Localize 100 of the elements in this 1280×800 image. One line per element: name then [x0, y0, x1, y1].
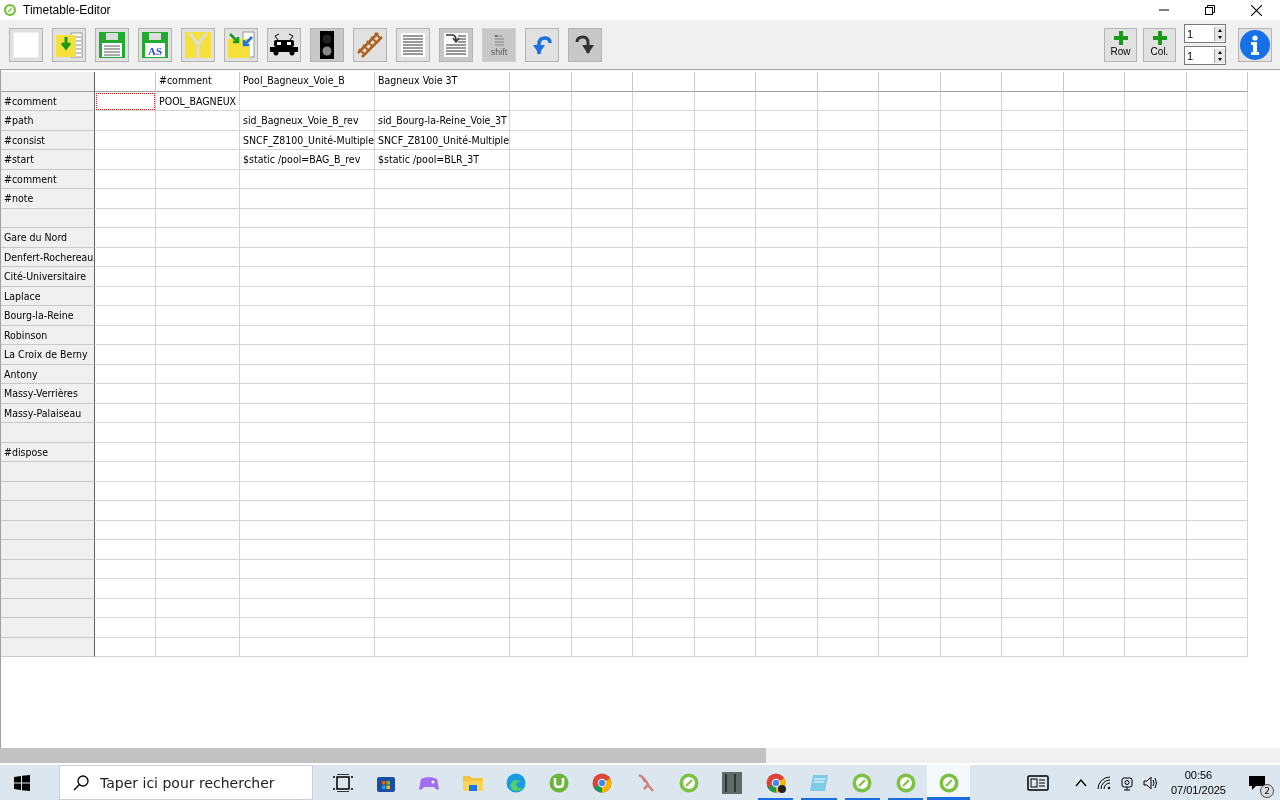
info-icon	[1240, 29, 1270, 60]
photo-placeholder	[722, 771, 743, 794]
row-header[interactable]	[1, 598, 95, 618]
column-header[interactable]	[1125, 72, 1187, 92]
row-header[interactable]: Antony	[1, 364, 95, 384]
column-header[interactable]	[1063, 72, 1125, 92]
column-header[interactable]	[1002, 72, 1064, 92]
row-header[interactable]: Bourg-la-Reine	[1, 306, 95, 326]
document-button[interactable]	[396, 27, 430, 62]
column-header[interactable]	[510, 72, 572, 92]
undo-button[interactable]	[525, 27, 559, 62]
windows-start-icon[interactable]	[14, 774, 30, 791]
browser-wave-icon	[505, 772, 526, 793]
row-header[interactable]: #consist	[1, 130, 95, 150]
close-icon[interactable]	[1251, 4, 1262, 16]
add-button[interactable]: Col.	[1143, 27, 1176, 62]
row-header[interactable]: #comment	[1, 91, 95, 111]
column-header[interactable]: #comment	[156, 72, 240, 92]
browser-circle-icon	[592, 772, 613, 793]
row-header[interactable]	[1, 481, 95, 501]
add-button[interactable]: Row	[1104, 27, 1137, 62]
row-header[interactable]	[1, 637, 95, 657]
wifi-icon[interactable]	[1096, 775, 1111, 790]
blank-page-icon	[12, 30, 40, 59]
document-lines-icon	[399, 30, 427, 59]
table-cell[interactable]: sid_Bagneux_Voie_B_rev	[240, 111, 375, 131]
search-field[interactable]: Taper ici pour rechercher	[59, 765, 313, 800]
train-button[interactable]	[267, 27, 301, 62]
row-header[interactable]: Denfert-Rochereau	[1, 247, 95, 267]
save-button[interactable]	[95, 27, 129, 62]
restore-icon[interactable]	[1205, 5, 1215, 15]
import-button[interactable]	[224, 27, 258, 62]
column-header[interactable]	[694, 72, 756, 92]
column-header[interactable]	[95, 72, 156, 92]
table-cell[interactable]: SNCF_Z8100_Unité-Multiple	[240, 130, 375, 150]
row-header[interactable]: Laplace	[1, 286, 95, 306]
spinner-field[interactable]: 1	[1184, 24, 1226, 43]
column-header[interactable]	[879, 72, 941, 92]
insert-button[interactable]	[439, 27, 473, 62]
column-header[interactable]	[633, 72, 695, 92]
row-header[interactable]	[1, 501, 95, 521]
horizontal-scrollbar[interactable]	[0, 748, 1280, 763]
track-button[interactable]	[353, 27, 387, 62]
ring-logo-icon	[938, 772, 959, 793]
signal-button[interactable]	[310, 27, 344, 62]
row-header[interactable]: #comment	[1, 169, 95, 189]
column-header[interactable]: Bagneux Voie 3T	[375, 72, 510, 92]
traffic-signal-icon	[320, 30, 334, 59]
row-header[interactable]	[1, 423, 95, 443]
row-header[interactable]	[1, 462, 95, 482]
notepad-icon	[808, 772, 829, 793]
row-header[interactable]	[1, 540, 95, 560]
column-header[interactable]	[571, 72, 633, 92]
window-title: Timetable-Editor	[23, 3, 111, 17]
speaker-icon[interactable]	[1142, 775, 1159, 790]
locomotive-icon	[269, 32, 299, 57]
zip-button[interactable]	[181, 27, 215, 62]
railway-track-icon	[356, 30, 384, 59]
notification-badge: 2	[1260, 783, 1274, 798]
row-header[interactable]	[1, 208, 95, 228]
table-cell[interactable]: $static /pool=BLR_3T	[375, 150, 510, 170]
info-button[interactable]	[1238, 27, 1272, 62]
table-cell[interactable]: POOL_BAGNEUX	[156, 91, 240, 111]
insert-lines-icon	[442, 30, 470, 59]
row-header[interactable]: Cité-Universitaire	[1, 267, 95, 287]
row-header[interactable]: La Croix de Berny	[1, 345, 95, 365]
ring-logo-icon	[679, 772, 699, 793]
news-icon[interactable]	[1026, 774, 1049, 791]
column-header[interactable]	[756, 72, 818, 92]
row-header[interactable]: Massy-Palaiseau	[1, 403, 95, 423]
column-header[interactable]	[1186, 72, 1248, 92]
row-header[interactable]	[1, 520, 95, 540]
row-header[interactable]: Robinson	[1, 325, 95, 345]
row-header[interactable]: #dispose	[1, 442, 95, 462]
new-button[interactable]	[9, 27, 43, 62]
row-header[interactable]: Massy-Verrières	[1, 384, 95, 404]
scrollbar-thumb[interactable]	[0, 748, 766, 763]
table-cell[interactable]: sid_Bourg-la-Reine_Voie_3T	[375, 111, 510, 131]
table-cell[interactable]: $static /pool=BAG_B_rev	[240, 150, 375, 170]
row-header[interactable]	[1, 579, 95, 599]
row-header[interactable]	[1, 559, 95, 579]
redo-button[interactable]	[568, 27, 602, 62]
row-header[interactable]	[1, 618, 95, 638]
row-header[interactable]: #start	[1, 150, 95, 170]
column-header[interactable]: Pool_Bagneux_Voie_B	[240, 72, 375, 92]
open-button[interactable]	[52, 27, 86, 62]
row-header[interactable]: #note	[1, 189, 95, 209]
clock-date: 07/01/2025	[1170, 782, 1226, 798]
row-header[interactable]: #path	[1, 111, 95, 131]
column-header[interactable]	[940, 72, 1002, 92]
table-cell[interactable]: SNCF_Z8100_Unité-Multiple	[375, 130, 510, 150]
chevron-up-icon[interactable]	[1074, 778, 1087, 787]
u-letter-icon	[549, 772, 570, 793]
merge-arrows-icon	[227, 30, 255, 59]
app-logo-icon	[3, 3, 17, 17]
spinner-field[interactable]: 1	[1184, 46, 1226, 65]
column-header[interactable]	[817, 72, 879, 92]
row-header[interactable]: Gare du Nord	[1, 228, 95, 248]
notification-icon[interactable]	[1248, 774, 1266, 791]
camera-icon[interactable]	[1120, 774, 1133, 791]
